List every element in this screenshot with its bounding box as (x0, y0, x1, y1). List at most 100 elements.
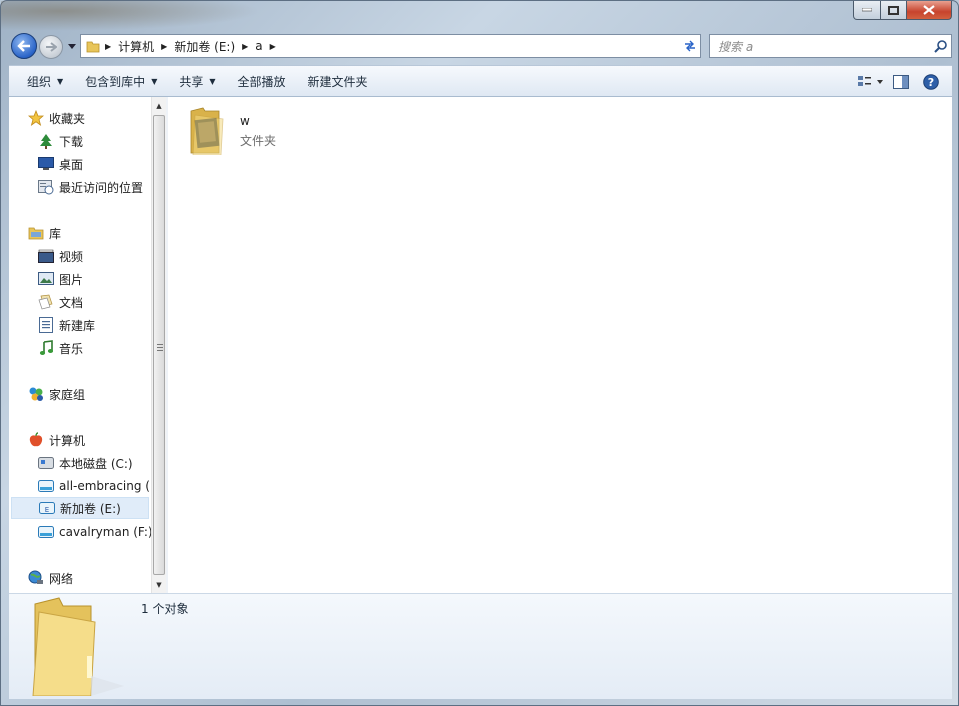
nav-item-music[interactable]: 音乐 (37, 337, 83, 359)
nav-libraries[interactable]: 库 (27, 222, 61, 244)
breadcrumb-drive-e[interactable]: 新加卷 (E:) (170, 38, 239, 55)
recent-places-icon (37, 178, 55, 196)
library-icon (27, 224, 45, 242)
preview-pane-icon (893, 75, 909, 89)
nav-network-label: 网络 (49, 571, 74, 586)
drive-icon (37, 477, 55, 495)
minimize-button[interactable] (853, 1, 881, 20)
nav-network[interactable]: 网络 (27, 567, 73, 589)
nav-item-pictures-label: 图片 (59, 272, 84, 287)
share-label: 共享 (179, 74, 204, 89)
nav-item-new-library-label: 新建库 (59, 318, 96, 333)
nav-item-music-label: 音乐 (59, 341, 84, 356)
drive-icon (37, 523, 55, 541)
play-all-button[interactable]: 全部播放 (227, 68, 297, 94)
scroll-down-icon[interactable]: ▼ (152, 576, 166, 593)
svg-text:E: E (45, 506, 49, 514)
share-button[interactable]: 共享 ▼ (168, 68, 226, 94)
nav-item-drive-f-label: cavalryman (F:) (59, 525, 151, 539)
back-button[interactable] (11, 33, 37, 59)
nav-item-desktop-label: 桌面 (59, 157, 84, 172)
breadcrumb-separator-icon[interactable]: ▶ (102, 42, 114, 51)
file-list: w 文件夹 (168, 97, 952, 593)
details-pane: 1 个对象 (9, 593, 952, 699)
nav-item-downloads[interactable]: 下载 (37, 130, 83, 152)
window-frame: ▶ 计算机 ▶ 新加卷 (E:) ▶ a ▶ ▼ 搜索 a 组织 ▼ 包含到库中 ▼… (0, 0, 959, 706)
command-bar: 组织 ▼ 包含到库中 ▼ 共享 ▼ 全部播放 新建文件夹 ? (9, 65, 952, 97)
nav-item-drive-e[interactable]: E 新加卷 (E:) (11, 497, 149, 519)
help-button[interactable]: ? (916, 70, 946, 94)
nav-item-videos[interactable]: 视频 (37, 245, 83, 267)
nav-item-desktop[interactable]: 桌面 (37, 153, 83, 175)
change-view-button[interactable] (856, 70, 886, 94)
nav-item-recent-places[interactable]: 最近访问的位置 (37, 176, 143, 198)
chevron-down-icon (68, 43, 76, 49)
nav-computer[interactable]: 计算机 (27, 429, 85, 451)
new-folder-label: 新建文件夹 (307, 74, 368, 89)
nav-item-documents-label: 文档 (59, 295, 84, 310)
chevron-down-icon: ▼ (57, 76, 64, 86)
system-drive-icon (37, 454, 55, 472)
documents-icon (37, 293, 55, 311)
new-library-icon (37, 316, 55, 334)
network-icon (27, 569, 45, 587)
video-icon (37, 247, 55, 265)
chevron-down-icon: ▼ (151, 76, 158, 86)
nav-item-documents[interactable]: 文档 (37, 291, 83, 313)
breadcrumb-separator-icon[interactable]: ▶ (239, 42, 251, 51)
svg-text:?: ? (928, 76, 934, 89)
desktop-icon (37, 155, 55, 173)
caption-buttons (853, 1, 952, 21)
chevron-down-icon: ▼ (209, 76, 216, 86)
nav-item-drive-f[interactable]: cavalryman (F:) (37, 521, 151, 543)
breadcrumb-computer[interactable]: 计算机 (114, 38, 158, 55)
address-bar[interactable]: ▶ 计算机 ▶ 新加卷 (E:) ▶ a ▶ ▼ (80, 34, 701, 58)
nav-item-new-library[interactable]: 新建库 (37, 314, 95, 336)
grip-icon (157, 344, 163, 351)
breadcrumb-separator-icon[interactable]: ▶ (158, 42, 170, 51)
file-name: w (240, 114, 250, 128)
nav-item-drive-c-label: 本地磁盘 (C:) (59, 456, 133, 471)
search-icon[interactable] (929, 39, 951, 53)
forward-button[interactable] (39, 35, 63, 59)
music-icon (37, 339, 55, 357)
close-icon (923, 5, 935, 15)
include-in-library-button[interactable]: 包含到库中 ▼ (74, 68, 168, 94)
nav-item-pictures[interactable]: 图片 (37, 268, 83, 290)
search-input[interactable]: 搜索 a (710, 38, 929, 55)
nav-item-drive-c[interactable]: 本地磁盘 (C:) (37, 452, 133, 474)
nav-favorites[interactable]: 收藏夹 (27, 107, 85, 129)
pictures-icon (37, 270, 55, 288)
help-icon: ? (923, 74, 939, 90)
nav-item-recent-places-label: 最近访问的位置 (59, 180, 144, 195)
recent-pages-dropdown[interactable] (67, 41, 77, 51)
include-in-library-label: 包含到库中 (85, 74, 146, 89)
nav-item-drive-d-label: all-embracing ( (59, 479, 150, 493)
scroll-up-icon[interactable]: ▲ (152, 97, 166, 114)
maximize-button[interactable] (881, 1, 907, 20)
minimize-icon (862, 8, 872, 12)
navigation-scrollbar[interactable]: ▲ ▼ (151, 97, 166, 593)
breadcrumb-separator-icon[interactable]: ▶ (267, 42, 279, 51)
file-item[interactable]: w 文件夹 (185, 103, 305, 157)
forward-arrow-icon (46, 42, 57, 52)
search-box[interactable]: 搜索 a (709, 34, 952, 58)
refresh-button[interactable] (679, 34, 701, 58)
view-options-icon (858, 76, 883, 86)
nav-computer-label: 计算机 (49, 433, 86, 448)
breadcrumb-folder-a[interactable]: a (251, 39, 266, 53)
nav-item-drive-e-label: 新加卷 (E:) (60, 501, 121, 516)
preview-pane-button[interactable] (886, 70, 916, 94)
new-folder-button[interactable]: 新建文件夹 (297, 68, 379, 94)
nav-homegroup[interactable]: 家庭组 (27, 383, 85, 405)
close-button[interactable] (907, 1, 952, 20)
nav-item-drive-d[interactable]: all-embracing ( (37, 475, 150, 497)
organize-label: 组织 (27, 74, 52, 89)
scrollbar-thumb[interactable] (153, 115, 165, 575)
back-arrow-icon (17, 40, 30, 52)
view-controls: ? (856, 69, 946, 95)
file-type: 文件夹 (240, 134, 277, 148)
computer-icon (27, 431, 45, 449)
organize-button[interactable]: 组织 ▼ (16, 68, 74, 94)
nav-favorites-label: 收藏夹 (49, 111, 86, 126)
